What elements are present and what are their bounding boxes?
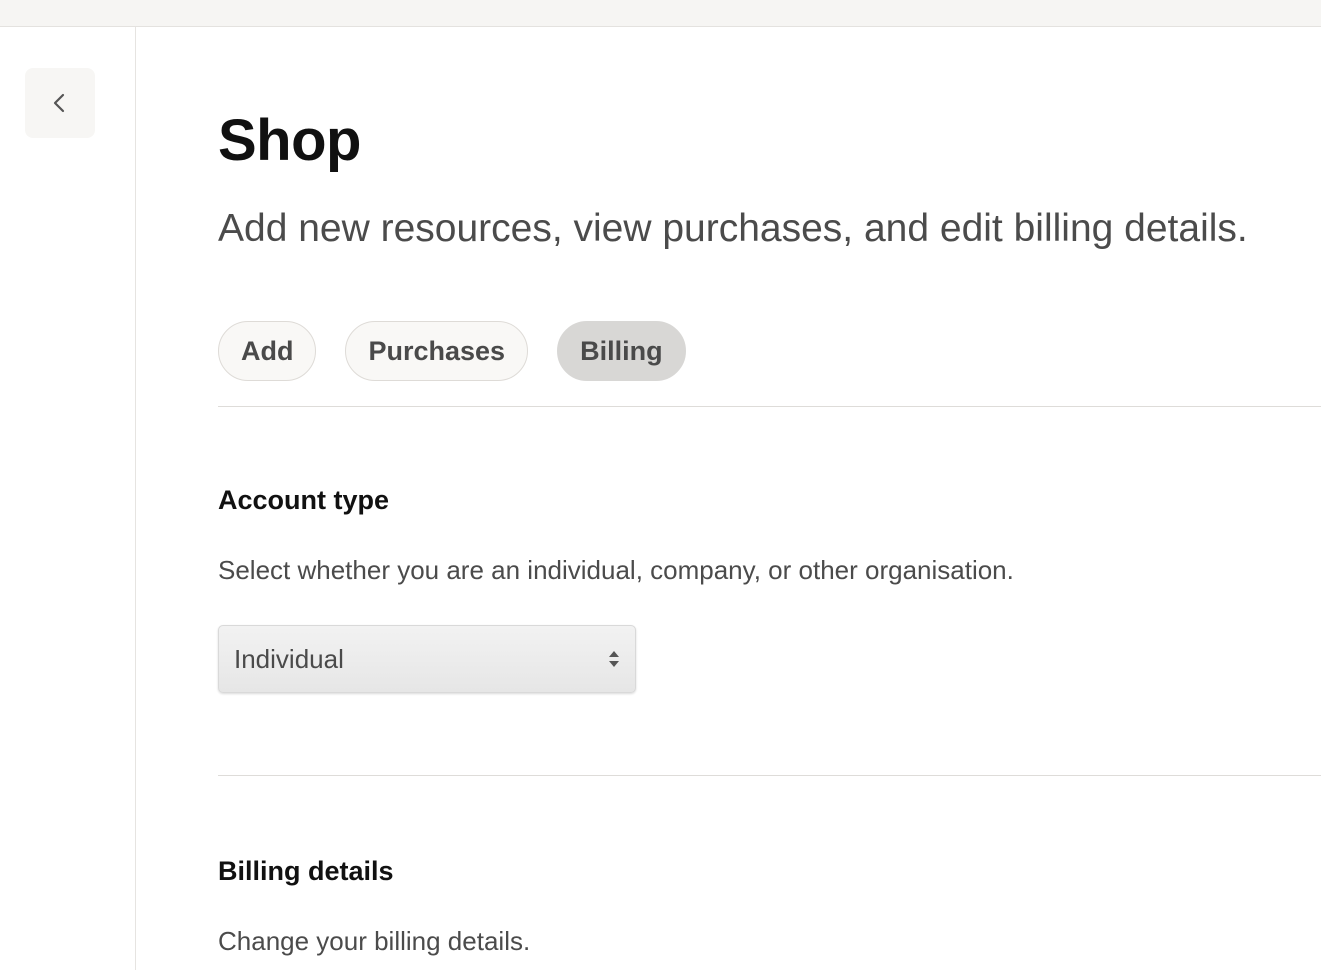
billing-details-description: Change your billing details. [218,926,531,956]
chevron-left-icon [53,93,65,113]
tab-purchases[interactable]: Purchases [345,321,529,381]
account-type-heading: Account type [218,485,390,515]
page-subtitle: Add new resources, view purchases, and e… [218,207,1248,250]
left-rail [0,27,136,970]
up-down-arrows-icon [609,651,619,667]
main-content: Shop Add new resources, view purchases, … [218,27,1321,970]
tabs-divider [218,406,1321,407]
billing-details-heading: Billing details [218,856,394,886]
section-divider [218,775,1321,776]
top-bar [0,0,1321,27]
tab-billing[interactable]: Billing [557,321,686,381]
account-type-select[interactable]: Individual [218,625,636,693]
account-type-select-value: Individual [234,643,344,674]
account-type-description: Select whether you are an individual, co… [218,555,1014,585]
back-button[interactable] [25,68,95,138]
tab-bar: Add Purchases Billing [218,321,686,381]
page-title: Shop [218,108,361,173]
tab-add[interactable]: Add [218,321,317,381]
